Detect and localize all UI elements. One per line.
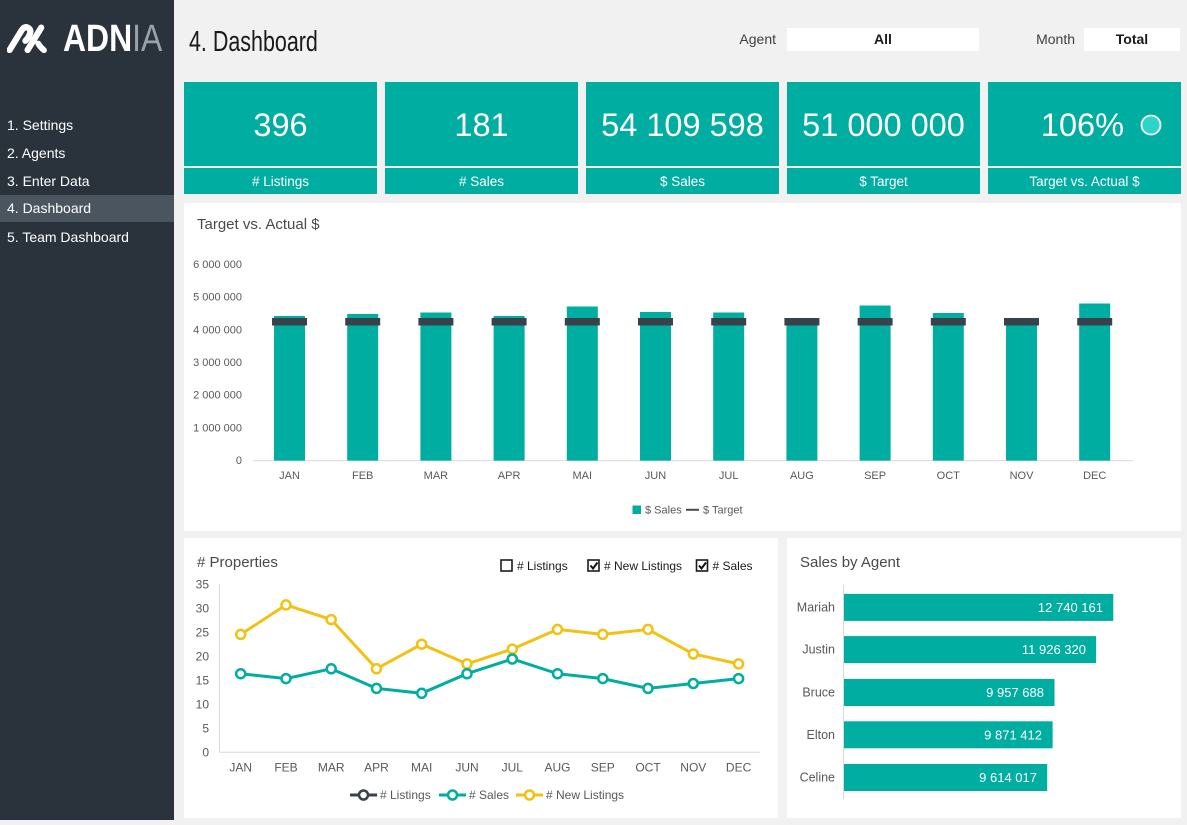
svg-text:Bruce: Bruce <box>802 686 835 700</box>
svg-text:20: 20 <box>196 650 210 664</box>
svg-text:APR: APR <box>364 761 389 775</box>
svg-text:$ Target: $ Target <box>703 505 743 517</box>
svg-text:Celine: Celine <box>800 771 835 785</box>
svg-text:FEB: FEB <box>274 761 297 775</box>
svg-text:SEP: SEP <box>591 761 615 775</box>
svg-text:JUN: JUN <box>455 761 478 775</box>
svg-text:# Properties: # Properties <box>197 554 278 571</box>
svg-text:# Sales: # Sales <box>469 788 509 802</box>
svg-text:# Listings: # Listings <box>517 559 568 573</box>
svg-text:3 000 000: 3 000 000 <box>193 357 242 369</box>
svg-text:12 740 161: 12 740 161 <box>1038 600 1103 615</box>
svg-text:Justin: Justin <box>802 643 835 657</box>
svg-text:6 000 000: 6 000 000 <box>193 259 242 271</box>
svg-text:JUN: JUN <box>645 470 666 482</box>
svg-text:2 000 000: 2 000 000 <box>193 390 242 402</box>
svg-text:Elton: Elton <box>807 728 836 742</box>
svg-text:OCT: OCT <box>635 761 661 775</box>
svg-text:25: 25 <box>196 626 210 640</box>
svg-text:NOV: NOV <box>680 761 706 775</box>
svg-text:5 000 000: 5 000 000 <box>193 292 242 304</box>
svg-text:MAR: MAR <box>424 470 449 482</box>
svg-text:JUL: JUL <box>502 761 524 775</box>
svg-text:$ Sales: $ Sales <box>645 505 682 517</box>
svg-text:MAI: MAI <box>573 470 593 482</box>
svg-text:Mariah: Mariah <box>797 601 835 615</box>
svg-text:9 957 688: 9 957 688 <box>986 685 1044 700</box>
svg-text:OCT: OCT <box>937 470 961 482</box>
svg-text:Target vs. Actual $: Target vs. Actual $ <box>197 216 320 233</box>
svg-text:0: 0 <box>236 455 242 467</box>
svg-text:DEC: DEC <box>1083 470 1106 482</box>
svg-text:SEP: SEP <box>864 470 886 482</box>
svg-text:30: 30 <box>196 602 210 616</box>
svg-text:APR: APR <box>498 470 521 482</box>
svg-text:MAR: MAR <box>318 761 345 775</box>
svg-text:DEC: DEC <box>726 761 752 775</box>
svg-text:Sales by Agent: Sales by Agent <box>800 554 901 571</box>
svg-text:10: 10 <box>196 698 210 712</box>
svg-text:JAN: JAN <box>229 761 252 775</box>
svg-text:4 000 000: 4 000 000 <box>193 324 242 336</box>
svg-text:35: 35 <box>196 578 210 592</box>
svg-text:9 614 017: 9 614 017 <box>979 770 1037 785</box>
svg-text:FEB: FEB <box>352 470 373 482</box>
svg-text:JAN: JAN <box>279 470 300 482</box>
svg-text:# New Listings: # New Listings <box>546 788 624 802</box>
svg-text:# Sales: # Sales <box>713 559 753 573</box>
svg-text:0: 0 <box>202 746 209 760</box>
svg-text:NOV: NOV <box>1010 470 1035 482</box>
svg-text:1 000 000: 1 000 000 <box>193 422 242 434</box>
svg-text:5: 5 <box>202 722 209 736</box>
svg-text:15: 15 <box>196 674 210 688</box>
svg-text:# New Listings: # New Listings <box>604 559 682 573</box>
svg-text:AUG: AUG <box>790 470 814 482</box>
svg-text:9 871 412: 9 871 412 <box>984 727 1042 742</box>
svg-text:11 926 320: 11 926 320 <box>1022 642 1086 657</box>
svg-text:JUL: JUL <box>719 470 739 482</box>
svg-text:# Listings: # Listings <box>380 788 431 802</box>
svg-text:AUG: AUG <box>544 761 570 775</box>
svg-text:MAI: MAI <box>411 761 432 775</box>
